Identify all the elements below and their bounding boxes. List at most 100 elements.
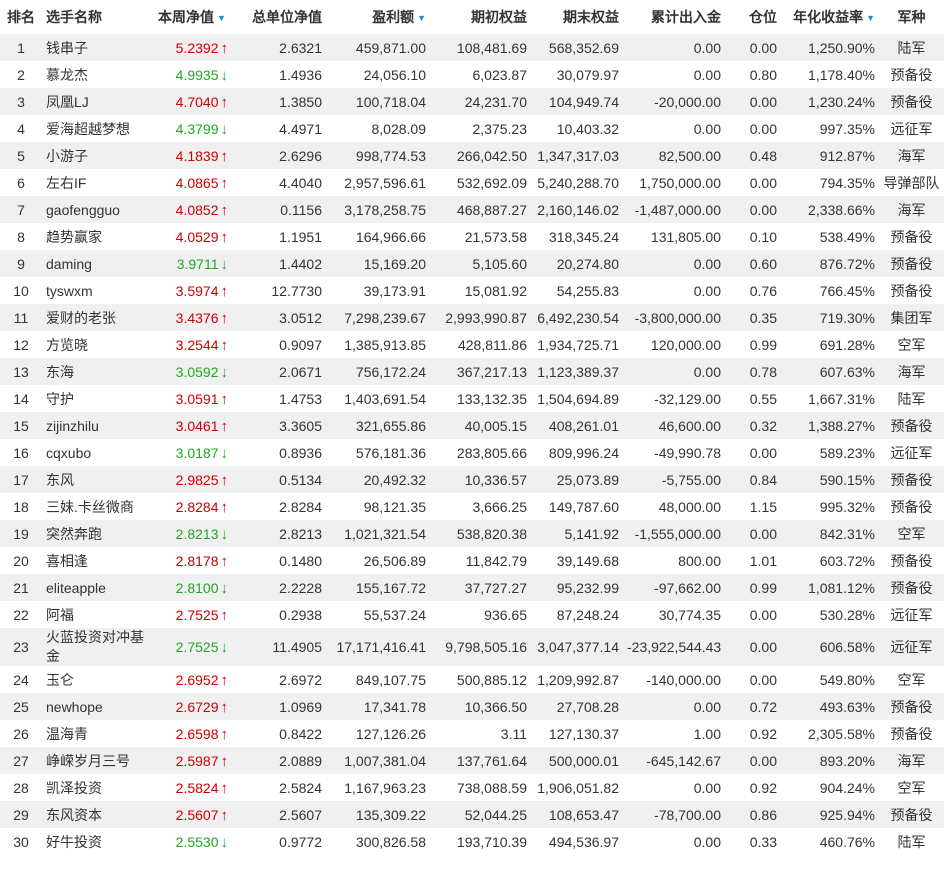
player-name-cell[interactable]: 爱海超越梦想	[42, 115, 152, 142]
player-name-link[interactable]: newhope	[46, 699, 103, 715]
player-name-link[interactable]: 左右IF	[46, 175, 86, 191]
player-name-link[interactable]: daming	[46, 256, 92, 272]
player-name-cell[interactable]: 东风	[42, 466, 152, 493]
header-annual-return[interactable]: 年化收益率 ▼	[781, 0, 879, 34]
table-row[interactable]: 18 三妹.卡丝微商 2.8284 ↑ 2.8284 98,121.35 3,666.25 1…	[0, 493, 944, 520]
player-name-cell[interactable]: eliteapple	[42, 574, 152, 601]
sort-caret-down-icon[interactable]: ▼	[217, 13, 226, 23]
player-name-cell[interactable]: 小游子	[42, 142, 152, 169]
player-name-cell[interactable]: 喜相逢	[42, 547, 152, 574]
table-row[interactable]: 6 左右IF 4.0865 ↑ 4.4040 2,957,596.61 532,692.09…	[0, 169, 944, 196]
table-row[interactable]: 22 阿福 2.7525 ↑ 0.2938 55,537.24 936.65 87,248.2…	[0, 601, 944, 628]
header-start-equity[interactable]: 期初权益	[430, 0, 531, 34]
player-name-link[interactable]: 温海青	[46, 726, 88, 742]
table-row[interactable]: 10 tyswxm 3.5974 ↑ 12.7730 39,173.91 15,081.92…	[0, 277, 944, 304]
player-name-link[interactable]: 东海	[46, 364, 74, 380]
table-row[interactable]: 9 daming 3.9711 ↓ 1.4402 15,169.20 5,105.60 20,…	[0, 250, 944, 277]
player-name-link[interactable]: 东风	[46, 472, 74, 488]
player-name-link[interactable]: zijinzhilu	[46, 418, 99, 434]
player-name-cell[interactable]: 阿福	[42, 601, 152, 628]
table-row[interactable]: 23 火蓝投资对冲基金 2.7525 ↓ 11.4905 17,171,416.41 9,7…	[0, 628, 944, 666]
table-row[interactable]: 5 小游子 4.1839 ↑ 2.6296 998,774.53 266,042.50 1,3…	[0, 142, 944, 169]
table-row[interactable]: 25 newhope 2.6729 ↑ 1.0969 17,341.78 10,366.50…	[0, 693, 944, 720]
player-name-cell[interactable]: 钱串子	[42, 34, 152, 61]
player-name-cell[interactable]: 守护	[42, 385, 152, 412]
player-name-link[interactable]: eliteapple	[46, 580, 106, 596]
table-row[interactable]: 30 好牛投资 2.5530 ↓ 0.9772 300,826.58 193,710.39 4…	[0, 828, 944, 855]
table-row[interactable]: 4 爱海超越梦想 4.3799 ↓ 4.4971 8,028.09 2,375.23 10,4…	[0, 115, 944, 142]
player-name-cell[interactable]: 凤凰LJ	[42, 88, 152, 115]
table-row[interactable]: 11 爱财的老张 3.4376 ↑ 3.0512 7,298,239.67 2,993,99…	[0, 304, 944, 331]
table-row[interactable]: 14 守护 3.0591 ↑ 1.4753 1,403,691.54 133,132.35 1…	[0, 385, 944, 412]
table-row[interactable]: 24 玉仑 2.6952 ↑ 2.6972 849,107.75 500,885.12 1,2…	[0, 666, 944, 693]
player-name-cell[interactable]: newhope	[42, 693, 152, 720]
player-name-link[interactable]: 爱财的老张	[46, 310, 116, 326]
table-row[interactable]: 12 方览晓 3.2544 ↑ 0.9097 1,385,913.85 428,811.86…	[0, 331, 944, 358]
player-name-link[interactable]: 凤凰LJ	[46, 94, 89, 110]
table-row[interactable]: 1 钱串子 5.2392 ↑ 2.6321 459,871.00 108,481.69 568…	[0, 34, 944, 61]
table-row[interactable]: 2 慕龙杰 4.9935 ↓ 1.4936 24,056.10 6,023.87 30,079…	[0, 61, 944, 88]
player-name-cell[interactable]: 左右IF	[42, 169, 152, 196]
player-name-cell[interactable]: 慕龙杰	[42, 61, 152, 88]
table-row[interactable]: 13 东海 3.0592 ↓ 2.0671 756,172.24 367,217.13 1,1…	[0, 358, 944, 385]
table-row[interactable]: 17 东风 2.9825 ↑ 0.5134 20,492.32 10,336.57 25,07…	[0, 466, 944, 493]
player-name-link[interactable]: 钱串子	[46, 40, 88, 56]
header-weekly-nav[interactable]: 本周净值 ▼	[152, 0, 234, 34]
player-name-link[interactable]: gaofengguo	[46, 202, 120, 218]
table-row[interactable]: 21 eliteapple 2.8100 ↓ 2.2228 155,167.72 37,72…	[0, 574, 944, 601]
sort-caret-down-icon[interactable]: ▼	[866, 13, 875, 23]
header-position[interactable]: 仓位	[725, 0, 781, 34]
player-name-cell[interactable]: 温海青	[42, 720, 152, 747]
player-name-cell[interactable]: tyswxm	[42, 277, 152, 304]
header-rank[interactable]: 排名	[0, 0, 42, 34]
table-row[interactable]: 27 峥嵘岁月三号 2.5987 ↑ 2.0889 1,007,381.04 137,761…	[0, 747, 944, 774]
player-name-cell[interactable]: 突然奔跑	[42, 520, 152, 547]
table-row[interactable]: 7 gaofengguo 4.0852 ↑ 0.1156 3,178,258.75 468,…	[0, 196, 944, 223]
player-name-link[interactable]: 方览晓	[46, 337, 88, 353]
player-name-cell[interactable]: 东海	[42, 358, 152, 385]
header-name[interactable]: 选手名称	[42, 0, 152, 34]
player-name-link[interactable]: 趋势赢家	[46, 229, 102, 245]
table-row[interactable]: 26 温海青 2.6598 ↑ 0.8422 127,126.26 3.11 127,130.…	[0, 720, 944, 747]
table-row[interactable]: 16 cqxubo 3.0187 ↓ 0.8936 576,181.36 283,805.6…	[0, 439, 944, 466]
player-name-cell[interactable]: cqxubo	[42, 439, 152, 466]
sort-caret-down-icon[interactable]: ▼	[417, 13, 426, 23]
table-row[interactable]: 20 喜相逢 2.8178 ↑ 0.1480 26,506.89 11,842.79 39,1…	[0, 547, 944, 574]
header-net-flow[interactable]: 累计出入金	[623, 0, 725, 34]
player-name-link[interactable]: 凯泽投资	[46, 780, 102, 796]
player-name-link[interactable]: 东风资本	[46, 807, 102, 823]
player-name-cell[interactable]: gaofengguo	[42, 196, 152, 223]
player-name-link[interactable]: 小游子	[46, 148, 88, 164]
player-name-cell[interactable]: 方览晓	[42, 331, 152, 358]
player-name-cell[interactable]: zijinzhilu	[42, 412, 152, 439]
table-row[interactable]: 28 凯泽投资 2.5824 ↑ 2.5824 1,167,963.23 738,088.5…	[0, 774, 944, 801]
player-name-cell[interactable]: 峥嵘岁月三号	[42, 747, 152, 774]
header-profit[interactable]: 盈利额 ▼	[326, 0, 430, 34]
table-row[interactable]: 15 zijinzhilu 3.0461 ↑ 3.3605 321,655.86 40,00…	[0, 412, 944, 439]
table-row[interactable]: 29 东风资本 2.5607 ↑ 2.5607 135,309.22 52,044.25 10…	[0, 801, 944, 828]
header-total-nav[interactable]: 总单位净值	[234, 0, 326, 34]
player-name-link[interactable]: 峥嵘岁月三号	[46, 753, 130, 769]
player-name-link[interactable]: tyswxm	[46, 283, 93, 299]
player-name-cell[interactable]: 玉仑	[42, 666, 152, 693]
player-name-cell[interactable]: 凯泽投资	[42, 774, 152, 801]
player-name-link[interactable]: 喜相逢	[46, 553, 88, 569]
player-name-link[interactable]: 三妹.卡丝微商	[46, 499, 134, 515]
player-name-cell[interactable]: 爱财的老张	[42, 304, 152, 331]
player-name-cell[interactable]: 东风资本	[42, 801, 152, 828]
player-name-link[interactable]: 火蓝投资对冲基金	[46, 629, 144, 664]
header-end-equity[interactable]: 期末权益	[531, 0, 623, 34]
player-name-cell[interactable]: daming	[42, 250, 152, 277]
player-name-cell[interactable]: 趋势赢家	[42, 223, 152, 250]
player-name-cell[interactable]: 好牛投资	[42, 828, 152, 855]
table-row[interactable]: 19 突然奔跑 2.8213 ↓ 2.8213 1,021,321.54 538,820.3…	[0, 520, 944, 547]
player-name-link[interactable]: 守护	[46, 391, 74, 407]
player-name-link[interactable]: 突然奔跑	[46, 526, 102, 542]
player-name-cell[interactable]: 三妹.卡丝微商	[42, 493, 152, 520]
table-row[interactable]: 3 凤凰LJ 4.7040 ↑ 1.3850 100,718.04 24,231.70 104…	[0, 88, 944, 115]
player-name-link[interactable]: 爱海超越梦想	[46, 121, 130, 137]
player-name-link[interactable]: cqxubo	[46, 445, 91, 461]
table-row[interactable]: 8 趋势赢家 4.0529 ↑ 1.1951 164,966.66 21,573.58 318…	[0, 223, 944, 250]
player-name-link[interactable]: 玉仑	[46, 672, 74, 688]
player-name-link[interactable]: 阿福	[46, 607, 74, 623]
